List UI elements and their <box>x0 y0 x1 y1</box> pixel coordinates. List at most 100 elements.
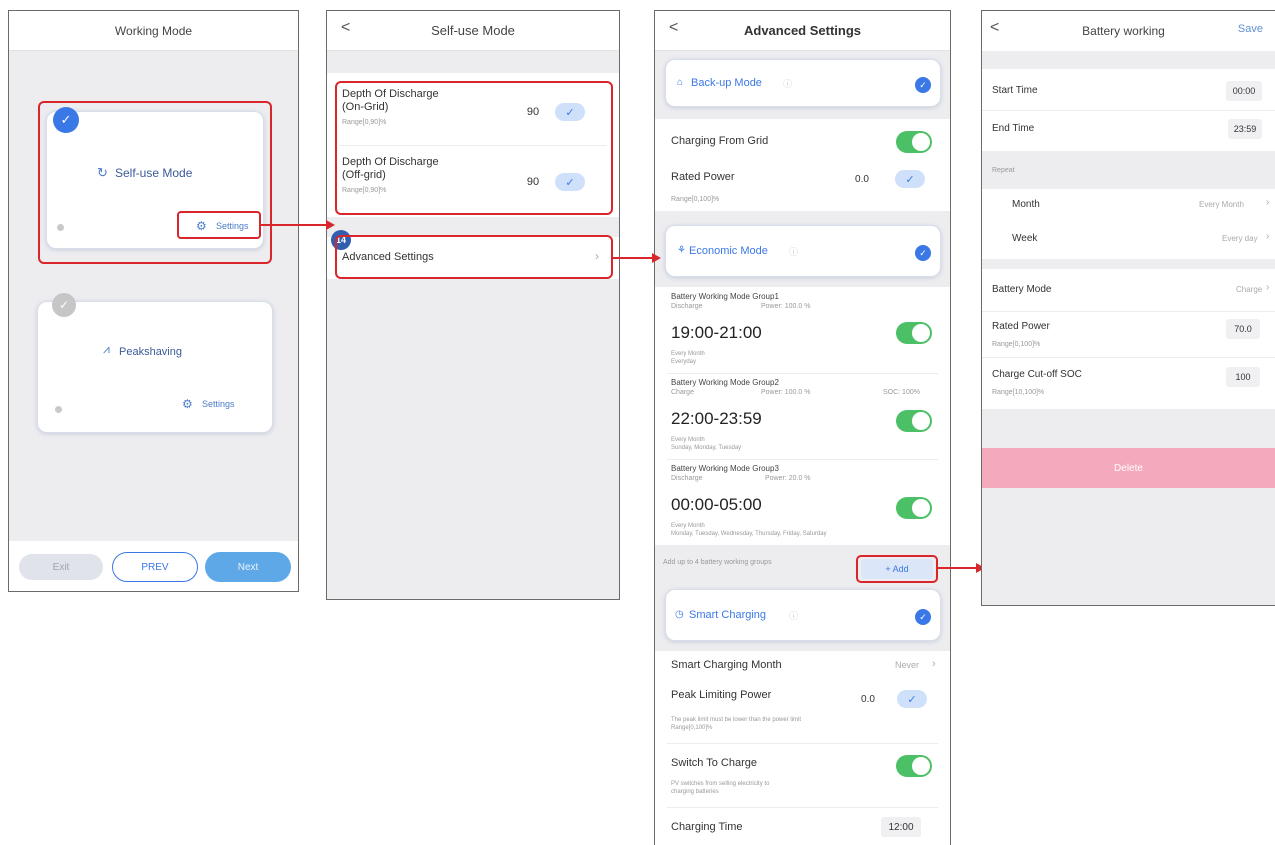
chevron-right-icon: › <box>1266 231 1270 242</box>
info-icon: ⓘ <box>789 611 799 621</box>
rated-power-label: Rated Power <box>992 321 1050 332</box>
peak-limit-range: Range[0,100]% <box>671 725 713 731</box>
delete-label: Delete <box>1114 462 1143 474</box>
advanced-settings-screen: < Advanced Settings ⌂ Back-up Mode ⓘ ✓ C… <box>654 10 951 845</box>
economic-mode-label: Economic Mode <box>689 245 768 257</box>
selfuse-mode-screen: < Self-use Mode Depth Of Discharge (On-G… <box>326 10 620 600</box>
peak-limiting-power-input[interactable]: 0.0 <box>851 689 885 709</box>
charging-from-grid-toggle[interactable] <box>896 131 932 153</box>
peak-limiting-confirm-button[interactable]: ✓ <box>897 690 927 708</box>
end-time-input[interactable]: 23:59 <box>1228 119 1262 139</box>
selfuse-highlight <box>38 101 272 264</box>
switch-to-charge-hint-2: charging batteries <box>671 789 719 795</box>
week-value[interactable]: Every day <box>1222 234 1258 243</box>
month-label: Month <box>1012 199 1040 210</box>
divider <box>667 743 938 744</box>
unselected-check-icon: ✓ <box>52 293 76 317</box>
peakshaving-icon: ⩘ <box>103 342 110 356</box>
header: < Advanced Settings <box>655 11 950 51</box>
smart-charging-month-value[interactable]: Never <box>895 660 919 670</box>
backup-mode-label: Back-up Mode <box>691 77 762 89</box>
peakshaving-card[interactable] <box>37 301 273 433</box>
group1-toggle[interactable] <box>896 322 932 344</box>
group1-power: Power: 100.0 % <box>761 303 811 310</box>
start-time-label: Start Time <box>992 85 1038 96</box>
switch-to-charge-toggle[interactable] <box>896 755 932 777</box>
divider <box>667 373 938 374</box>
switch-to-charge-hint-1: PV switches from selling electricity to <box>671 781 770 787</box>
info-icon: ⓘ <box>789 247 799 257</box>
gear-icon: ⚙ <box>182 397 193 411</box>
group1-repeat-days: Everyday <box>671 359 697 365</box>
backup-check-icon: ✓ <box>915 77 931 93</box>
prev-button[interactable]: PREV <box>112 552 198 582</box>
radio-icon <box>55 406 62 413</box>
dod-highlight <box>335 81 613 215</box>
peak-settings-button[interactable]: Settings <box>202 399 235 409</box>
group3-repeat-month: Every Month <box>671 523 705 529</box>
group2-power: Power: 100.0 % <box>761 389 811 396</box>
flow-arrow <box>937 567 979 569</box>
charging-time-input[interactable]: 12:00 <box>881 817 921 837</box>
page-title: Battery working <box>1082 24 1165 38</box>
divider <box>667 807 938 808</box>
working-mode-screen: Working Mode ✓ ↻ Self-use Mode ⚙ Setting… <box>8 10 299 592</box>
week-label: Week <box>1012 233 1038 244</box>
group3-repeat-days: Monday, Tuesday, Wednesday, Thursday, Fr… <box>671 531 827 537</box>
rated-power-range: Range[0,100]% <box>992 341 1041 348</box>
peak-limit-hint: The peak limit must be lower than the po… <box>671 717 802 723</box>
flow-arrow <box>260 224 330 226</box>
flow-arrow-head <box>326 220 335 230</box>
page-title: Advanced Settings <box>743 23 862 38</box>
group2-repeat-month: Every Month <box>671 437 705 443</box>
charge-cutoff-soc-input[interactable]: 100 <box>1226 367 1260 387</box>
month-value[interactable]: Every Month <box>1199 200 1244 209</box>
smart-charging-check-icon: ✓ <box>915 609 931 625</box>
page-title: Working Mode <box>114 23 193 38</box>
battery-mode-label: Battery Mode <box>992 284 1052 295</box>
flow-arrow <box>612 257 656 259</box>
charging-time-label: Charging Time <box>671 821 743 833</box>
group1-title: Battery Working Mode Group1 <box>671 292 779 301</box>
group3-mode: Discharge <box>671 475 703 482</box>
group2-toggle[interactable] <box>896 410 932 432</box>
page-title: Self-use Mode <box>431 23 515 38</box>
smart-charging-icon: ◷ <box>675 609 684 620</box>
chevron-right-icon: › <box>1266 282 1270 293</box>
advanced-settings-highlight <box>335 235 613 279</box>
charging-from-grid-label: Charging From Grid <box>671 135 769 147</box>
switch-to-charge-label: Switch To Charge <box>671 757 758 769</box>
group2-mode: Charge <box>671 389 694 396</box>
info-icon: ⓘ <box>783 79 793 89</box>
add-hint: Add up to 4 battery working groups <box>663 559 772 566</box>
rated-power-confirm-button[interactable]: ✓ <box>895 170 925 188</box>
save-button[interactable]: Save <box>1238 23 1263 35</box>
group3-title: Battery Working Mode Group3 <box>671 464 779 473</box>
rated-power-label: Rated Power <box>671 171 735 183</box>
back-icon[interactable]: < <box>341 19 350 37</box>
group2-repeat-days: Sunday, Monday, Tuesday <box>671 445 742 451</box>
end-time-label: End Time <box>992 123 1035 134</box>
delete-button[interactable]: Delete <box>982 448 1275 488</box>
group3-time: 00:00-05:00 <box>671 495 762 514</box>
exit-button[interactable]: Exit <box>19 554 103 580</box>
next-button[interactable]: Next <box>205 552 291 582</box>
peak-limiting-power-label: Peak Limiting Power <box>671 689 772 701</box>
group2-title: Battery Working Mode Group2 <box>671 378 779 387</box>
divider <box>982 110 1275 111</box>
group3-power: Power: 20.0 % <box>765 475 811 482</box>
header: Working Mode <box>9 11 298 51</box>
battery-mode-value[interactable]: Charge <box>1236 285 1262 294</box>
peakshaving-label: Peakshaving <box>119 346 182 358</box>
charge-cutoff-soc-range: Range[10,100]% <box>992 389 1045 396</box>
rated-power-input[interactable]: 0.0 <box>845 169 879 189</box>
group1-time: 19:00-21:00 <box>671 323 762 342</box>
start-time-input[interactable]: 00:00 <box>1226 81 1262 101</box>
group2-time: 22:00-23:59 <box>671 409 762 428</box>
group3-toggle[interactable] <box>896 497 932 519</box>
rated-power-input[interactable]: 70.0 <box>1226 319 1260 339</box>
back-icon[interactable]: < <box>990 19 999 37</box>
exit-label: Exit <box>52 561 70 573</box>
back-icon[interactable]: < <box>669 19 678 37</box>
flow-arrow-head <box>652 253 661 263</box>
